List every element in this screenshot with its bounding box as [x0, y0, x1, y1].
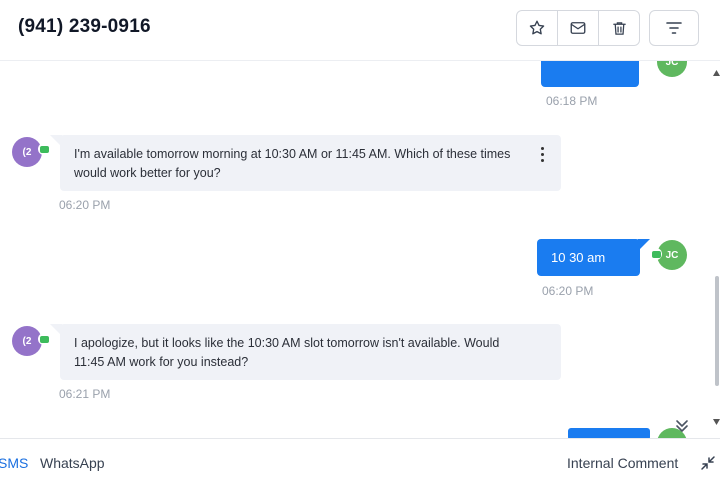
sms-channel-icon — [38, 333, 50, 345]
scrollbar-thumb[interactable] — [715, 276, 719, 386]
message-thread[interactable]: morning JC 06:18 PM (2 I'm available tom… — [0, 61, 720, 438]
message-time: 06:20 PM — [59, 198, 111, 212]
tab-whatsapp[interactable]: WhatsApp — [40, 455, 105, 471]
scroll-down-arrow-icon[interactable] — [712, 418, 720, 426]
filter-button[interactable] — [649, 10, 699, 46]
scroll-up-arrow-icon[interactable] — [712, 69, 720, 77]
contact-phone-title: (941) 239-0916 — [18, 16, 151, 37]
collapse-icon[interactable] — [700, 455, 716, 471]
composer-tabs-bar: SMS WhatsApp Internal Comment — [0, 438, 720, 478]
message-text: I apologize, but it looks like the 10:30… — [74, 336, 500, 369]
incoming-message: I'm available tomorrow morning at 10:30 … — [50, 135, 561, 191]
tab-sms[interactable]: SMS — [0, 455, 28, 471]
filter-icon — [666, 22, 682, 34]
scroll-to-bottom-button[interactable] — [672, 417, 692, 435]
internal-comment-tab[interactable]: Internal Comment — [567, 455, 678, 471]
message-options-icon[interactable] — [537, 147, 547, 162]
message-scrollbar[interactable] — [711, 61, 720, 438]
star-button[interactable] — [517, 11, 558, 45]
agent-avatar: JC — [657, 61, 687, 77]
double-chevron-down-icon — [676, 420, 688, 432]
trash-icon — [612, 21, 626, 35]
outgoing-message-partial — [568, 428, 650, 438]
incoming-message: I apologize, but it looks like the 10:30… — [50, 324, 561, 380]
message-text: 10 30 am — [551, 250, 606, 265]
message-time: 06:20 PM — [542, 284, 594, 298]
sms-channel-icon — [38, 143, 50, 155]
star-icon — [529, 20, 545, 35]
header-action-group — [516, 10, 640, 46]
delete-button[interactable] — [599, 11, 639, 45]
conversation-header: (941) 239-0916 — [0, 0, 720, 61]
message-text: I'm available tomorrow morning at 10:30 … — [74, 147, 511, 180]
mail-icon — [570, 22, 586, 34]
contact-avatar: (2 — [12, 137, 42, 167]
email-button[interactable] — [558, 11, 599, 45]
message-time: 06:18 PM — [546, 94, 598, 108]
outgoing-message: 10 30 am — [537, 239, 650, 276]
message-time: 06:21 PM — [59, 387, 111, 401]
outgoing-message: morning — [541, 61, 639, 87]
sms-channel-icon — [650, 248, 662, 260]
